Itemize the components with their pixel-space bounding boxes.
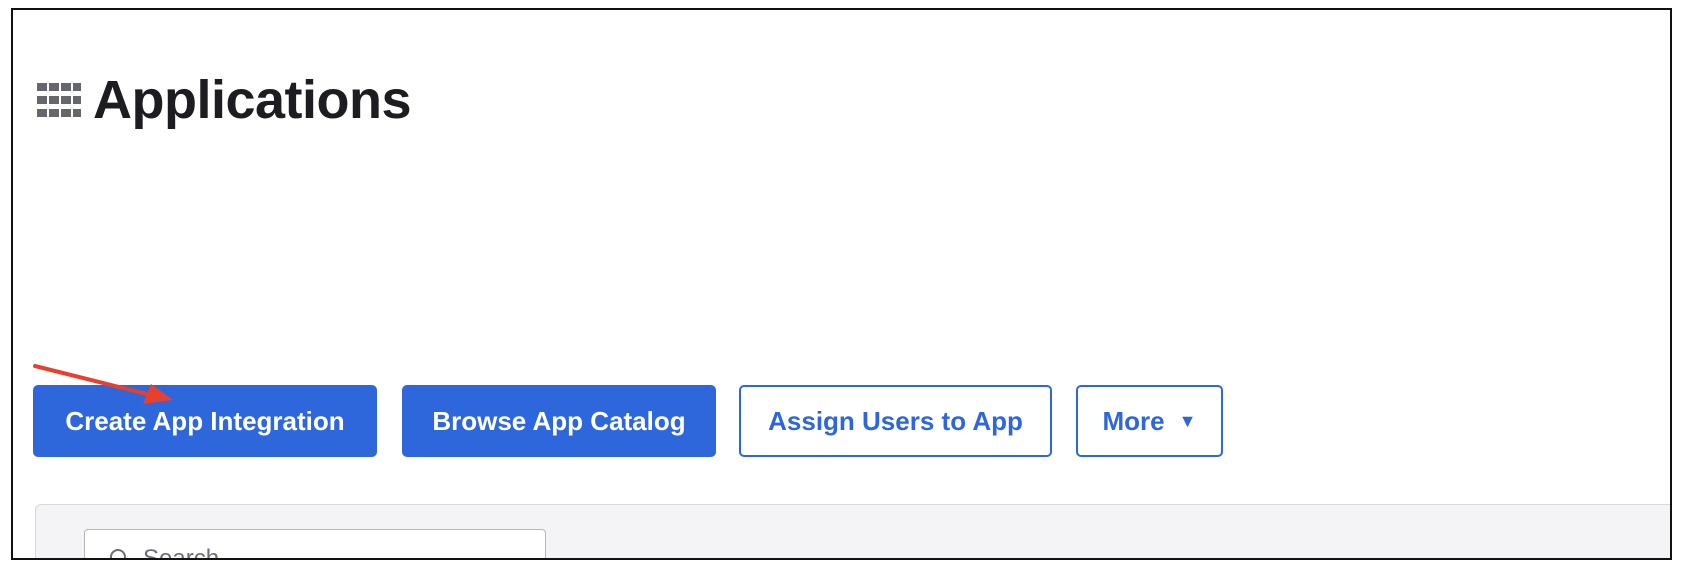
create-app-integration-label: Create App Integration (65, 405, 345, 436)
browse-app-catalog-label: Browse App Catalog (432, 405, 686, 436)
apps-grid-icon (37, 83, 81, 117)
more-dropdown-button[interactable]: More ▼ (1076, 385, 1223, 457)
assign-users-to-app-button[interactable]: Assign Users to App (739, 385, 1052, 457)
search-box[interactable] (84, 529, 546, 558)
assign-users-to-app-label: Assign Users to App (768, 405, 1023, 436)
browse-app-catalog-button[interactable]: Browse App Catalog (402, 385, 716, 457)
search-input[interactable] (143, 545, 523, 558)
create-app-integration-button[interactable]: Create App Integration (33, 385, 377, 457)
search-icon (110, 549, 126, 558)
page-title: Applications (93, 70, 412, 130)
more-label: More (1102, 405, 1165, 436)
page-header: Applications (37, 60, 412, 140)
applications-list-panel (35, 504, 1670, 558)
caret-down-icon: ▼ (1178, 410, 1197, 431)
screenshot-frame: Applications Create App Integration Brow… (11, 8, 1672, 560)
